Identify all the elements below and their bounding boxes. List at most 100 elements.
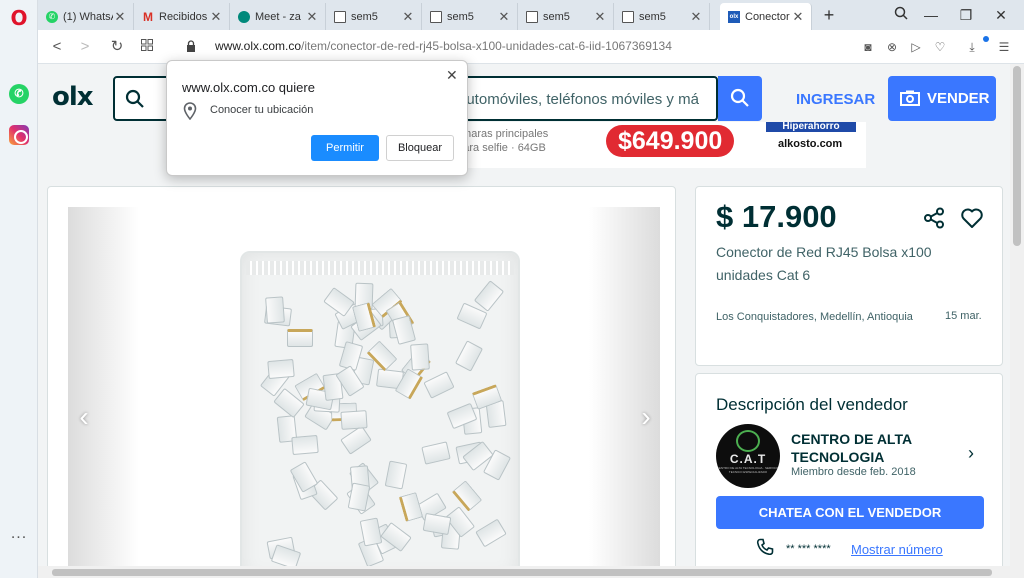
avatar-logo-text: C.A.T (729, 452, 767, 466)
tab-whatsapp[interactable]: ✆ (1) WhatsApp ✕ (38, 3, 134, 30)
document-icon (622, 10, 634, 23)
gallery-next-arrow[interactable]: › (634, 402, 658, 432)
tab-label: sem5 (543, 10, 570, 23)
horizontal-scrollbar[interactable] (38, 566, 1010, 578)
gmail-icon: M (143, 9, 153, 24)
banner-brand-name: alkosto.com (778, 138, 843, 150)
tab-sem5-4[interactable]: sem5 ✕ (614, 3, 710, 30)
back-button[interactable]: < (46, 36, 68, 58)
close-icon[interactable]: ✕ (446, 67, 458, 84)
banner-brand: Hiperahorro alkosto.com (766, 122, 866, 168)
restore-button[interactable]: ❐ (953, 4, 979, 26)
block-button[interactable]: Bloquear (386, 135, 454, 161)
seller-name[interactable]: CENTRO DE ALTA TECNOLOGIA (791, 430, 941, 466)
product-image[interactable]: ‹ › (68, 207, 660, 578)
lock-icon[interactable] (186, 40, 196, 52)
phone-masked: ** *** **** (786, 543, 831, 555)
search-tabs-icon[interactable] (888, 4, 914, 26)
tab-sem5-1[interactable]: sem5 ✕ (326, 3, 422, 30)
seller-heading: Descripción del vendedor (716, 395, 908, 414)
opera-logo-icon[interactable]: O (9, 8, 29, 28)
forward-button[interactable]: > (74, 36, 96, 58)
close-icon[interactable]: ✕ (209, 9, 223, 25)
camera-icon (900, 90, 920, 106)
url-host: www.olx.com.co (215, 39, 302, 53)
download-icon[interactable]: ⤓ (964, 39, 980, 55)
listing-title: Conector de Red RJ45 Bolsa x100 unidades… (716, 244, 932, 283)
adblock-icon[interactable]: ⊗ (884, 39, 900, 55)
tab-meet[interactable]: Meet - za ✕ (230, 3, 326, 30)
rj45-connector (399, 492, 424, 523)
rj45-connector (384, 460, 407, 490)
rj45-connector (454, 340, 484, 372)
close-icon[interactable]: ✕ (689, 9, 703, 25)
popup-message: Conocer tu ubicación (210, 104, 314, 116)
phone-icon (756, 538, 774, 556)
location-permission-popup: www.olx.com.co quiere ✕ Conocer tu ubica… (166, 60, 468, 176)
allow-button[interactable]: Permitir (311, 135, 379, 161)
tab-gmail[interactable]: M Recibidos ✕ (134, 3, 230, 30)
rj45-connector (423, 371, 455, 399)
location-pin-icon (183, 102, 197, 120)
popup-title: www.olx.com.co quiere (182, 80, 315, 95)
tab-sem5-2[interactable]: sem5 ✕ (422, 3, 518, 30)
bookmark-heart-icon[interactable]: ♡ (932, 39, 948, 55)
close-icon[interactable]: ✕ (791, 9, 805, 25)
tab-olx-active[interactable]: olx Conector ✕ (720, 3, 812, 30)
more-icon[interactable]: ... (9, 526, 29, 542)
whatsapp-icon[interactable]: ✆ (9, 84, 29, 104)
close-icon[interactable]: ✕ (497, 9, 511, 25)
olx-icon: olx (728, 10, 740, 23)
rj45-connector (267, 359, 295, 380)
rj45-connector (422, 512, 451, 535)
chevron-right-icon[interactable]: › (968, 443, 974, 464)
reload-icon[interactable]: ↻ (106, 36, 128, 58)
rj45-connector (265, 296, 286, 324)
olx-logo[interactable]: olx (52, 82, 94, 112)
seller-card: Descripción del vendedor C.A.T CENTRO DE… (695, 373, 1003, 578)
new-tab-button[interactable]: + (819, 5, 839, 25)
vertical-scrollbar[interactable] (1010, 64, 1024, 578)
document-icon (430, 10, 442, 23)
url-field[interactable]: www.olx.com.co/item/conector-de-red-rj45… (215, 39, 672, 53)
speed-dial-icon[interactable] (136, 36, 158, 58)
show-number-link[interactable]: Mostrar número (851, 542, 943, 557)
avatar-logo-subtext: CENTRO DE ALTA TECNOLOGIA · SERVICIO TEC… (716, 466, 780, 474)
share-icon[interactable] (923, 207, 945, 229)
tab-label: (1) WhatsApp (63, 10, 113, 23)
send-icon[interactable]: ▷ (908, 39, 924, 55)
heart-icon[interactable] (960, 206, 984, 230)
minimize-button[interactable]: — (918, 4, 944, 26)
gallery-prev-arrow[interactable]: ‹ (72, 402, 96, 432)
close-icon[interactable]: ✕ (305, 9, 319, 25)
scrollbar-thumb[interactable] (52, 569, 992, 576)
login-link[interactable]: INGRESAR (796, 91, 875, 108)
search-icon (125, 89, 144, 108)
rj45-connector (475, 518, 508, 548)
document-icon (334, 10, 346, 23)
chat-seller-button[interactable]: CHATEA CON EL VENDEDOR (716, 496, 984, 529)
rj45-connector (420, 441, 451, 465)
ad-banner[interactable]: Cámaras principales ámara selfie · 64GB … (428, 122, 866, 168)
close-icon[interactable]: ✕ (593, 9, 607, 25)
listing-location: Los Conquistadores, Medellín, Antioquia (716, 311, 913, 323)
tab-sem5-3[interactable]: sem5 ✕ (518, 3, 614, 30)
instagram-icon[interactable] (9, 125, 29, 145)
product-bag-image (240, 251, 520, 578)
window-close-button[interactable]: ✕ (988, 4, 1014, 26)
close-icon[interactable]: ✕ (113, 9, 127, 25)
tab-label: sem5 (351, 10, 378, 23)
scrollbar-thumb[interactable] (1013, 66, 1021, 246)
sell-button[interactable]: VENDER (888, 76, 996, 121)
document-icon (526, 10, 538, 23)
download-badge (983, 36, 989, 42)
search-button[interactable] (718, 76, 762, 121)
easy-setup-icon[interactable]: ☰ (996, 39, 1012, 55)
camera-icon[interactable]: ◙ (860, 39, 876, 55)
opera-sidebar: O ✆ ... (0, 0, 38, 578)
close-icon[interactable]: ✕ (401, 9, 415, 25)
seller-avatar[interactable]: C.A.T CENTRO DE ALTA TECNOLOGIA · SERVIC… (716, 424, 780, 488)
avatar-logo-ring (736, 430, 760, 452)
image-gallery: ‹ › (47, 186, 676, 578)
banner-price: $649.900 (606, 125, 735, 157)
